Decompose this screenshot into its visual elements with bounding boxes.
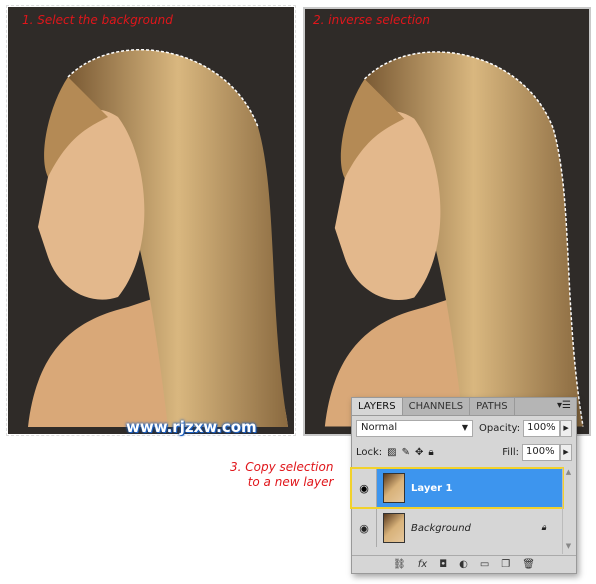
tab-paths[interactable]: PATHS xyxy=(470,398,515,415)
lock-icon: 🔒︎ xyxy=(541,523,546,533)
fill-label: Fill: xyxy=(502,446,519,458)
layer-row-background[interactable]: ◉ Background 🔒︎ xyxy=(352,509,562,547)
add-mask-icon[interactable]: ◘ xyxy=(439,559,447,570)
layers-panel: LAYERS CHANNELS PATHS ▾☰ Normal ▼ Opacity… xyxy=(350,397,577,574)
watermark: www.rjzxw.com xyxy=(126,418,257,436)
delete-layer-icon[interactable]: 🗑︎ xyxy=(522,559,535,570)
link-layers-icon[interactable]: ⛓ xyxy=(393,559,406,570)
step-3-line-2: to a new layer xyxy=(247,475,334,489)
opacity-slider-button[interactable]: ▶ xyxy=(560,419,572,437)
new-group-icon[interactable]: ▭ xyxy=(480,559,489,570)
panel-footer: ⛓ fx ◘ ◐ ▭ ❐ 🗑︎ xyxy=(352,555,576,573)
chevron-down-icon: ▼ xyxy=(461,422,468,432)
portrait-image xyxy=(324,51,584,427)
opacity-input[interactable]: 100% xyxy=(523,419,561,437)
fx-icon[interactable]: fx xyxy=(418,559,427,570)
step-1-label: 1. Select the background xyxy=(22,13,173,27)
step-2-label: 2. inverse selection xyxy=(313,13,431,27)
panel-tabs: LAYERS CHANNELS PATHS ▾☰ xyxy=(352,398,576,416)
step-3-line-1: 3. Copy selection xyxy=(230,460,334,474)
lock-label: Lock: xyxy=(356,446,383,458)
adjustment-layer-icon[interactable]: ◐ xyxy=(459,559,468,570)
scrollbar[interactable]: ▲ ▼ xyxy=(562,468,574,554)
photo-select-background: 1. Select the background xyxy=(6,5,296,436)
layer-name: Background xyxy=(411,522,471,534)
blend-mode-select[interactable]: Normal ▼ xyxy=(356,419,473,437)
step-3-label: 3. Copy selection to a new layer xyxy=(230,460,333,490)
eye-icon[interactable]: ◉ xyxy=(352,469,377,507)
layer-row-layer-1[interactable]: ◉ Layer 1 xyxy=(350,467,564,509)
layer-name: Layer 1 xyxy=(411,482,453,494)
lock-all-icon[interactable]: 🔒︎ xyxy=(428,447,433,458)
opacity-label: Opacity: xyxy=(478,422,521,434)
lock-transparent-icon[interactable]: ▨ xyxy=(387,447,396,458)
lock-brush-icon[interactable]: ✎ xyxy=(402,447,410,458)
new-layer-icon[interactable]: ❐ xyxy=(501,559,510,570)
blend-row: Normal ▼ Opacity: 100% ▶ xyxy=(352,416,576,440)
eye-icon[interactable]: ◉ xyxy=(352,509,377,547)
tab-channels[interactable]: CHANNELS xyxy=(403,398,471,415)
lock-row: Lock: ▨ ✎ ✥ 🔒︎ Fill: 100% ▶ xyxy=(352,440,576,464)
blend-mode-value: Normal xyxy=(361,421,398,433)
layer-thumbnail xyxy=(383,513,405,543)
panel-menu-icon[interactable]: ▾☰ xyxy=(552,398,576,415)
photo-inverse-selection: 2. inverse selection xyxy=(303,7,591,436)
fill-input[interactable]: 100% xyxy=(522,443,560,461)
lock-move-icon[interactable]: ✥ xyxy=(415,447,423,458)
tab-layers[interactable]: LAYERS xyxy=(352,398,403,415)
portrait-image xyxy=(28,49,288,428)
layer-thumbnail xyxy=(383,473,405,503)
fill-slider-button[interactable]: ▶ xyxy=(560,443,572,461)
